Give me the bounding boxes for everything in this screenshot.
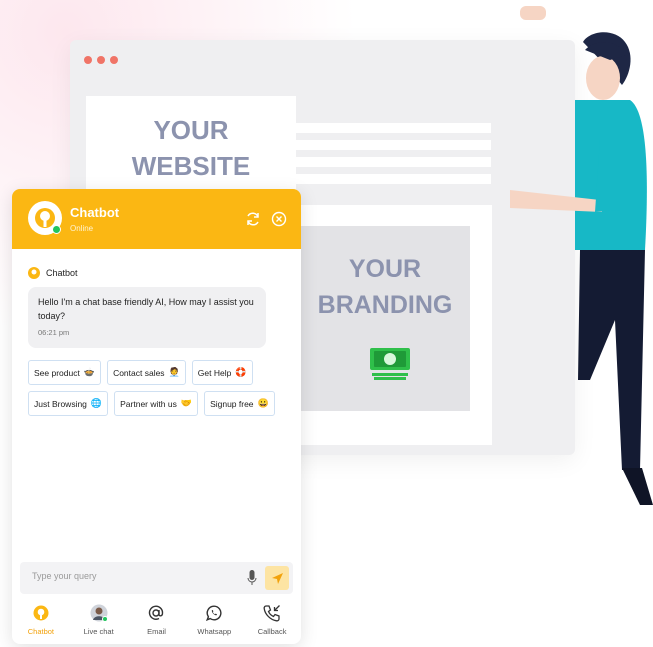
nav-live-chat[interactable]: Live chat [70, 599, 128, 644]
chip-label: Just Browsing [34, 398, 87, 409]
chat-body: Chatbot Hello I'm a chat base friendly A… [12, 267, 301, 416]
text-line [296, 174, 491, 184]
at-icon [149, 605, 164, 620]
lifebuoy-icon: 🛟 [235, 367, 247, 377]
window-dot [97, 56, 105, 64]
food-bowl-icon: 🍲 [83, 367, 96, 377]
chip-label: Contact sales [113, 367, 165, 378]
bottom-nav: Chatbot Live chat Email Whatsapp Callbac… [12, 599, 301, 644]
person-illustration [510, 6, 653, 505]
send-icon [271, 572, 283, 584]
nav-label: Live chat [83, 627, 114, 636]
window-dots [84, 56, 118, 64]
website-text: YOUR WEBSITE [131, 115, 251, 181]
chatbot-icon [33, 605, 49, 621]
chat-widget: Chatbot Online Chatbot Hello I'm a chat … [12, 189, 301, 644]
message-bubble: Hello I'm a chat base friendly AI, How m… [28, 287, 266, 348]
message-composer [20, 562, 293, 594]
refresh-icon[interactable] [245, 211, 261, 227]
nav-whatsapp[interactable]: Whatsapp [185, 599, 243, 644]
chip-see-product[interactable]: See product 🍲 [28, 360, 102, 385]
agent-avatar-icon [90, 604, 108, 622]
website-placeholder: YOUR WEBSITE [86, 96, 296, 192]
message-text: Hello I'm a chat base friendly AI, How m… [38, 297, 254, 321]
chip-label: Partner with us [120, 398, 177, 409]
branding-placeholder: YOUR BRANDING [300, 226, 470, 411]
smile-icon: 😀 [257, 398, 269, 408]
chatbot-name: Chatbot [70, 205, 120, 220]
handshake-icon: 🤝 [180, 398, 193, 408]
chip-just-browsing[interactable]: Just Browsing 🌐 [28, 391, 109, 416]
text-line [296, 140, 491, 150]
close-icon[interactable] [271, 211, 287, 227]
chatbot-status: Online [70, 224, 94, 233]
nav-label: Email [147, 627, 166, 636]
microphone-icon[interactable] [247, 570, 257, 586]
nav-callback[interactable]: Callback [243, 599, 301, 644]
sender-name: Chatbot [46, 268, 78, 278]
chip-label: See product [34, 367, 80, 378]
query-input[interactable] [30, 570, 234, 582]
salesperson-icon: 🧑‍💼 [168, 367, 180, 377]
text-line [296, 157, 491, 167]
nav-chatbot[interactable]: Chatbot [12, 599, 70, 644]
quick-replies: See product 🍲 Contact sales 🧑‍💼 Get Help… [28, 360, 288, 416]
chip-signup-free[interactable]: Signup free 😀 [204, 391, 275, 416]
whatsapp-icon [206, 605, 222, 621]
callback-phone-icon [263, 605, 281, 622]
window-dot [110, 56, 118, 64]
nav-label: Chatbot [27, 627, 55, 636]
send-button[interactable] [265, 566, 289, 590]
window-dot [84, 56, 92, 64]
chatbot-small-icon [28, 267, 40, 279]
chip-partner[interactable]: Partner with us 🤝 [114, 391, 199, 416]
chat-header: Chatbot Online [12, 189, 301, 249]
chip-contact-sales[interactable]: Contact sales 🧑‍💼 [107, 360, 186, 385]
chip-label: Get Help [197, 367, 232, 378]
money-bill-icon [370, 348, 410, 380]
chip-label: Signup free [210, 398, 254, 409]
globe-icon: 🌐 [90, 398, 103, 408]
nav-email[interactable]: Email [128, 599, 186, 644]
nav-label: Whatsapp [197, 627, 232, 636]
online-indicator [52, 225, 61, 234]
branding-text: YOUR BRANDING [317, 255, 453, 319]
nav-label: Callback [257, 627, 287, 636]
chip-get-help[interactable]: Get Help 🛟 [191, 360, 253, 385]
text-line [296, 123, 491, 133]
chatbot-avatar [28, 201, 62, 235]
message-sender: Chatbot [28, 267, 285, 279]
message-time: 06:21 pm [38, 328, 70, 337]
